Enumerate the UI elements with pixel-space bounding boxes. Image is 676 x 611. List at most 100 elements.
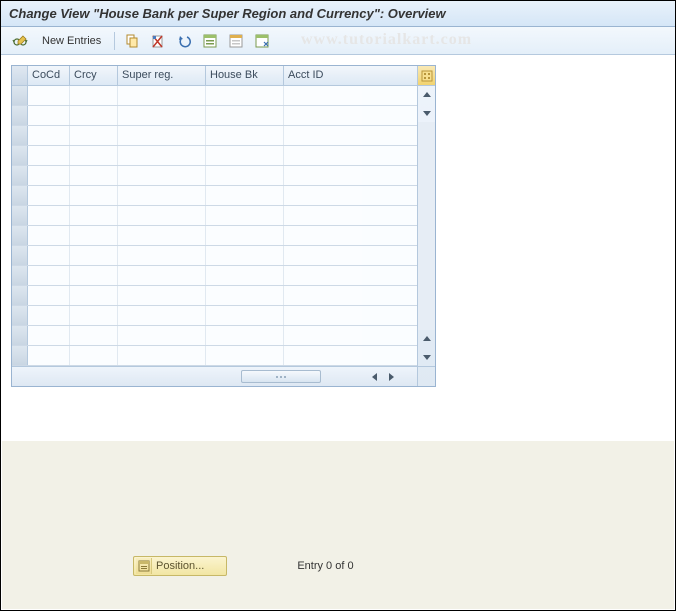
grid-cell[interactable] <box>28 346 70 365</box>
grid-cell[interactable] <box>206 266 284 285</box>
column-header-super-reg[interactable]: Super reg. <box>118 66 206 85</box>
grid-cell[interactable] <box>118 326 206 345</box>
print-button[interactable] <box>251 31 273 51</box>
grid-cell[interactable] <box>206 186 284 205</box>
grid-cell[interactable] <box>70 346 118 365</box>
undo-button[interactable] <box>173 31 195 51</box>
grid-cell[interactable] <box>206 206 284 225</box>
grid-cell[interactable] <box>118 146 206 165</box>
grid-cell[interactable] <box>70 246 118 265</box>
row-selector[interactable] <box>12 146 28 165</box>
grid-cell[interactable] <box>70 206 118 225</box>
grid-cell[interactable] <box>118 266 206 285</box>
grid-configure-button[interactable] <box>418 66 435 86</box>
row-selector[interactable] <box>12 226 28 245</box>
grid-cell[interactable] <box>70 326 118 345</box>
column-header-crcy[interactable]: Crcy <box>70 66 118 85</box>
row-selector[interactable] <box>12 326 28 345</box>
grid-cell[interactable] <box>28 186 70 205</box>
row-selector[interactable] <box>12 346 28 365</box>
grid-cell[interactable] <box>70 106 118 125</box>
grid-cell[interactable] <box>70 146 118 165</box>
scroll-down-button-bottom[interactable] <box>419 349 434 365</box>
grid-cell[interactable] <box>206 306 284 325</box>
grid-cell[interactable] <box>284 86 362 105</box>
grid-cell[interactable] <box>206 286 284 305</box>
grid-cell[interactable] <box>118 106 206 125</box>
horizontal-scroll-thumb[interactable] <box>241 370 321 383</box>
grid-cell[interactable] <box>118 286 206 305</box>
grid-cell[interactable] <box>28 126 70 145</box>
grid-cell[interactable] <box>206 106 284 125</box>
grid-cell[interactable] <box>28 306 70 325</box>
row-selector[interactable] <box>12 266 28 285</box>
grid-cell[interactable] <box>118 346 206 365</box>
row-selector[interactable] <box>12 86 28 105</box>
row-selector[interactable] <box>12 286 28 305</box>
grid-cell[interactable] <box>206 126 284 145</box>
new-entries-button[interactable]: New Entries <box>35 31 108 51</box>
scroll-right-button[interactable] <box>383 369 399 385</box>
grid-cell[interactable] <box>118 126 206 145</box>
row-selector[interactable] <box>12 186 28 205</box>
row-selector[interactable] <box>12 126 28 145</box>
grid-cell[interactable] <box>206 146 284 165</box>
grid-cell[interactable] <box>284 166 362 185</box>
grid-cell[interactable] <box>118 166 206 185</box>
column-header-cocd[interactable]: CoCd <box>28 66 70 85</box>
copy-as-button[interactable] <box>121 31 143 51</box>
scroll-left-button[interactable] <box>367 369 383 385</box>
grid-cell[interactable] <box>28 286 70 305</box>
toggle-display-change-button[interactable] <box>9 31 31 51</box>
row-selector[interactable] <box>12 106 28 125</box>
grid-cell[interactable] <box>70 286 118 305</box>
select-all-button[interactable] <box>199 31 221 51</box>
scroll-up-button[interactable] <box>419 87 434 103</box>
row-selector[interactable] <box>12 306 28 325</box>
grid-cell[interactable] <box>118 306 206 325</box>
grid-cell[interactable] <box>118 246 206 265</box>
row-selector[interactable] <box>12 206 28 225</box>
grid-cell[interactable] <box>28 106 70 125</box>
grid-cell[interactable] <box>118 86 206 105</box>
grid-cell[interactable] <box>70 306 118 325</box>
grid-cell[interactable] <box>284 126 362 145</box>
grid-cell[interactable] <box>28 146 70 165</box>
row-selector[interactable] <box>12 246 28 265</box>
deselect-all-button[interactable] <box>225 31 247 51</box>
grid-cell[interactable] <box>70 166 118 185</box>
grid-cell[interactable] <box>206 166 284 185</box>
grid-cell[interactable] <box>206 226 284 245</box>
delete-button[interactable] <box>147 31 169 51</box>
grid-cell[interactable] <box>284 306 362 325</box>
column-header-acct-id[interactable]: Acct ID <box>284 66 362 85</box>
grid-cell[interactable] <box>284 106 362 125</box>
scroll-up-button-bottom[interactable] <box>419 331 434 347</box>
grid-select-all-corner[interactable] <box>12 66 28 85</box>
grid-cell[interactable] <box>284 286 362 305</box>
grid-cell[interactable] <box>284 246 362 265</box>
grid-cell[interactable] <box>28 266 70 285</box>
grid-cell[interactable] <box>206 346 284 365</box>
grid-cell[interactable] <box>284 346 362 365</box>
grid-cell[interactable] <box>284 186 362 205</box>
position-button[interactable]: Position... <box>133 556 227 576</box>
grid-cell[interactable] <box>118 226 206 245</box>
grid-cell[interactable] <box>284 326 362 345</box>
grid-cell[interactable] <box>118 186 206 205</box>
vertical-scroll-track[interactable] <box>418 122 435 330</box>
grid-cell[interactable] <box>284 226 362 245</box>
grid-cell[interactable] <box>284 146 362 165</box>
grid-cell[interactable] <box>206 246 284 265</box>
grid-cell[interactable] <box>70 186 118 205</box>
grid-cell[interactable] <box>70 86 118 105</box>
grid-cell[interactable] <box>28 246 70 265</box>
grid-cell[interactable] <box>28 166 70 185</box>
column-header-house-bk[interactable]: House Bk <box>206 66 284 85</box>
grid-cell[interactable] <box>28 226 70 245</box>
grid-cell[interactable] <box>284 266 362 285</box>
row-selector[interactable] <box>12 166 28 185</box>
grid-cell[interactable] <box>70 226 118 245</box>
grid-cell[interactable] <box>118 206 206 225</box>
grid-cell[interactable] <box>28 326 70 345</box>
